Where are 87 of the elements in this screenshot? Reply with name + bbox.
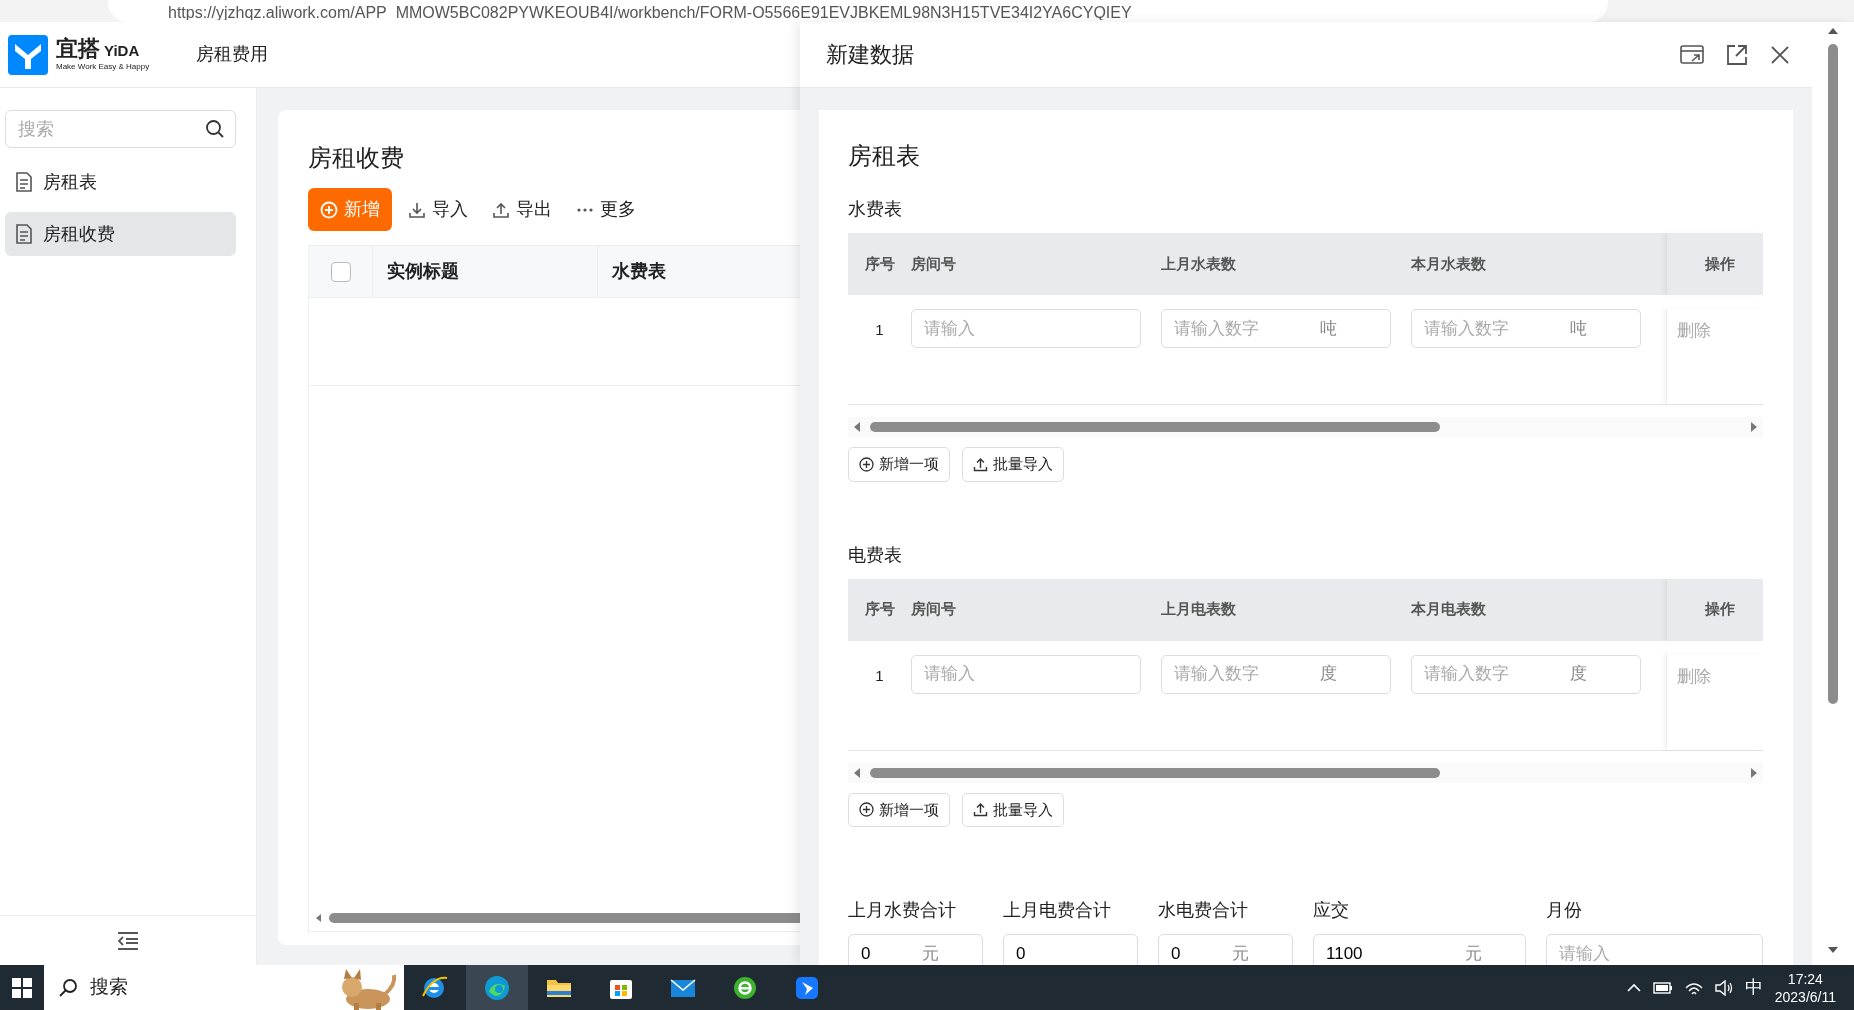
input-field[interactable]: 请输入数字 度 — [1161, 654, 1391, 694]
input-field[interactable]: 请输入数字 吨 — [1161, 309, 1391, 348]
column-header: 上月电表数 — [1161, 600, 1236, 618]
input-field[interactable]: 0 元 — [1158, 934, 1293, 965]
form-title: 房租表 — [848, 141, 921, 171]
browser-icon — [483, 973, 511, 1002]
plus-circle-icon — [320, 200, 338, 219]
text-input[interactable]: 请输入 — [922, 314, 1130, 343]
column-header: 操作 — [1705, 253, 1735, 274]
sidebar-item[interactable]: 房租表 — [5, 160, 236, 204]
unit-label: 元 — [1465, 943, 1483, 965]
app-title: 房租费用 — [195, 43, 269, 66]
column-header: 操作 — [1705, 599, 1735, 620]
ime-indicator[interactable]: 中 — [1744, 974, 1763, 1001]
upload-icon — [973, 802, 988, 818]
text-input[interactable]: 请输入数字 — [1172, 314, 1320, 343]
window-icon[interactable] — [1680, 43, 1704, 66]
sidebar-item[interactable]: 房租收费 — [5, 212, 236, 256]
input-field[interactable]: 请输入 — [1546, 934, 1763, 965]
text-input[interactable]: 请输入数字 — [1422, 660, 1570, 688]
document-icon — [15, 224, 33, 244]
column-header: 序号 — [864, 254, 895, 272]
toolbar-button[interactable]: 导入 — [400, 190, 476, 229]
text-input[interactable]: 请输入数字 — [1422, 314, 1570, 343]
toolbar-button[interactable]: 导出 — [484, 190, 560, 229]
external-link-icon[interactable] — [1726, 43, 1748, 66]
column-header: 实例标题 — [387, 260, 459, 283]
toolbar-button[interactable]: 更多 — [568, 190, 644, 229]
input-field[interactable]: 请输入 — [911, 654, 1141, 694]
battery-icon[interactable] — [1652, 981, 1673, 994]
unit-label: 吨 — [1570, 317, 1588, 340]
column-header: 房间号 — [911, 600, 956, 618]
checkbox[interactable] — [331, 261, 351, 282]
column-header: 本月水表数 — [1411, 254, 1486, 272]
document-icon — [15, 172, 33, 192]
table-button[interactable]: 批量导入 — [962, 792, 1064, 827]
column-header: 水费表 — [612, 260, 666, 283]
plus-circle-icon — [859, 456, 874, 472]
upload-icon — [492, 200, 510, 219]
chevron-up-icon[interactable] — [1626, 982, 1641, 993]
search-icon[interactable] — [205, 119, 225, 139]
input-field[interactable]: 请输入数字 吨 — [1411, 309, 1641, 348]
column-header: 上月水表数 — [1161, 254, 1236, 272]
table-button[interactable]: 批量导入 — [962, 447, 1064, 482]
row-number: 1 — [875, 666, 884, 684]
table-button[interactable]: 新增一项 — [848, 447, 950, 482]
field-label: 应交 — [1313, 899, 1350, 922]
speaker-icon[interactable] — [1714, 979, 1733, 996]
start-icon[interactable] — [12, 977, 32, 998]
search-field[interactable]: 搜索 — [5, 110, 236, 148]
page-title: 房租收费 — [308, 143, 404, 173]
unit-label: 度 — [1320, 663, 1338, 686]
unit-label: 元 — [922, 943, 940, 965]
search-icon — [58, 977, 78, 998]
drawer-title: 新建数据 — [826, 41, 914, 69]
field-label: 月份 — [1546, 899, 1583, 922]
collapse-icon[interactable] — [117, 931, 139, 950]
section-label: 电费表 — [848, 543, 903, 567]
plus-circle-icon — [859, 802, 874, 818]
close-icon[interactable] — [1770, 44, 1790, 65]
download-icon — [408, 200, 426, 219]
unit-label: 度 — [1570, 663, 1588, 686]
logo-wordmark: YiDA — [104, 40, 140, 61]
logo-text: 宜搭 — [56, 36, 100, 61]
more-icon — [576, 207, 594, 212]
section-label: 水费表 — [848, 198, 903, 221]
field-label: 上月电费合计 — [1003, 899, 1112, 922]
text-input[interactable]: 请输入 — [922, 660, 1130, 688]
logo-icon — [8, 34, 48, 75]
input-field[interactable]: 0 元 — [848, 934, 983, 965]
input-field[interactable]: 请输入 — [911, 309, 1141, 348]
field-label: 上月水费合计 — [848, 899, 957, 922]
unit-label: 元 — [1232, 943, 1250, 965]
column-header: 本月电表数 — [1411, 600, 1486, 618]
column-header: 序号 — [864, 600, 895, 618]
text-input[interactable]: 请输入数字 — [1172, 660, 1320, 688]
row-number: 1 — [875, 321, 884, 338]
logo-tagline: Make Work Easy & Happy — [56, 62, 150, 73]
column-header: 房间号 — [911, 254, 956, 272]
upload-icon — [973, 456, 988, 472]
table-button[interactable]: 新增一项 — [848, 792, 950, 827]
field-label: 水电费合计 — [1158, 899, 1249, 922]
input-field[interactable]: 0 — [1003, 934, 1138, 965]
clock[interactable]: 17:24 2023/6/11 — [1774, 969, 1836, 1006]
input-field[interactable]: 1100 元 — [1313, 934, 1526, 965]
input-field[interactable]: 请输入数字 度 — [1411, 654, 1641, 694]
unit-label: 吨 — [1320, 317, 1338, 340]
